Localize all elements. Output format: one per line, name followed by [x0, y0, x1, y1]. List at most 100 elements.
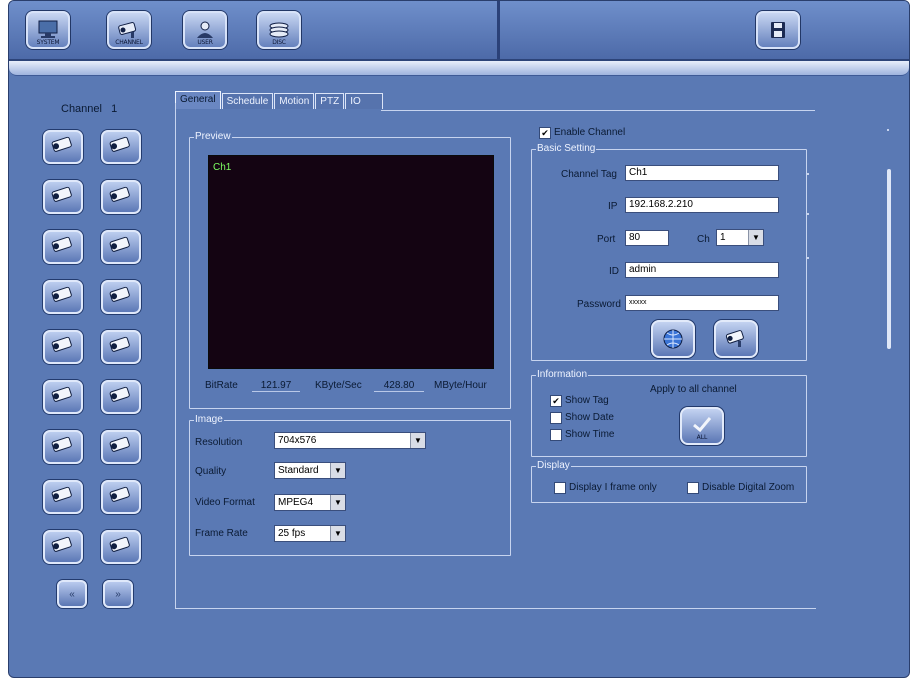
system-label: SYSTEM [36, 39, 60, 46]
resolution-value: 704x576 [278, 435, 317, 446]
video-format-select[interactable]: MPEG4 ▼ [274, 494, 346, 511]
apply-all-caption: ALL [696, 434, 708, 441]
toolbar-divider [497, 1, 500, 59]
floppy-disk-icon [771, 22, 785, 38]
marker-dot [807, 257, 809, 259]
enable-channel-checkbox[interactable]: ✔ [539, 127, 551, 139]
header-band [9, 61, 909, 76]
disc-button[interactable]: DISC [257, 11, 301, 49]
save-button[interactable] [756, 11, 800, 49]
channel-title-label: Channel [61, 103, 102, 115]
information-legend: Information [536, 369, 589, 380]
marker-dot [807, 213, 809, 215]
ch-select[interactable]: 1 ▼ [716, 229, 764, 246]
bitrate-label: BitRate [205, 380, 238, 391]
video-format-label: Video Format [195, 497, 255, 508]
chevron-down-icon: ▼ [330, 463, 345, 478]
camera-button-8[interactable] [101, 280, 141, 314]
ip-input[interactable] [625, 197, 779, 213]
disc-label: DISC [272, 39, 286, 46]
camera-icon [51, 136, 72, 152]
chevron-down-icon: ▼ [410, 433, 425, 448]
camera-icon [51, 386, 72, 402]
frame-rate-label: Frame Rate [195, 528, 248, 539]
camera-icon [51, 436, 72, 452]
iframe-only-label: Display I frame only [569, 482, 657, 493]
camera-button-3[interactable] [43, 180, 83, 214]
camera-button-9[interactable] [43, 330, 83, 364]
marker-dot [807, 173, 809, 175]
camera-button-12[interactable] [101, 380, 141, 414]
display-legend: Display [536, 460, 571, 471]
camera-icon [109, 436, 130, 452]
user-button[interactable]: USER [183, 11, 227, 49]
id-label: ID [609, 266, 619, 277]
camera-icon [51, 186, 72, 202]
apply-all-button[interactable]: ALL [680, 407, 724, 445]
camera-button-17[interactable] [43, 530, 83, 564]
bitrate-value: 121.97 [252, 380, 300, 392]
enable-channel-label: Enable Channel [554, 127, 626, 138]
quality-value: Standard [278, 465, 319, 476]
camera-connect-button[interactable] [714, 320, 758, 358]
camera-icon [109, 536, 130, 552]
top-toolbar: SYSTEM CHANNEL USER DISC [9, 1, 909, 61]
camera-button-6[interactable] [101, 230, 141, 264]
hour-unit: MByte/Hour [434, 380, 487, 391]
ip-label: IP [608, 201, 618, 212]
camera-icon [51, 286, 72, 302]
id-input[interactable] [625, 262, 779, 278]
camera-button-13[interactable] [43, 430, 83, 464]
marker-dot [887, 129, 889, 131]
show-tag-checkbox[interactable]: ✔ [550, 395, 562, 407]
camera-button-15[interactable] [43, 480, 83, 514]
globe-icon [663, 329, 683, 349]
resolution-select[interactable]: 704x576 ▼ [274, 432, 426, 449]
camera-icon [51, 336, 72, 352]
frame-rate-value: 25 fps [278, 528, 306, 539]
next-page-button[interactable]: » [103, 580, 133, 608]
chevron-down-icon: ▼ [330, 526, 345, 541]
channel-button[interactable]: CHANNEL [107, 11, 151, 49]
show-date-checkbox[interactable] [550, 412, 562, 424]
camera-button-5[interactable] [43, 230, 83, 264]
camera-button-4[interactable] [101, 180, 141, 214]
frame-rate-select[interactable]: 25 fps ▼ [274, 525, 346, 542]
port-input[interactable] [625, 230, 669, 246]
scrollbar[interactable] [887, 169, 891, 349]
camera-button-18[interactable] [101, 530, 141, 564]
system-button[interactable]: SYSTEM [26, 11, 70, 49]
camera-button-14[interactable] [101, 430, 141, 464]
double-chevron-right-icon: » [115, 588, 121, 600]
channel-title-value: 1 [111, 103, 118, 115]
quality-select[interactable]: Standard ▼ [274, 462, 346, 479]
iframe-only-checkbox[interactable] [554, 482, 566, 494]
main-content: Channel 1 « » General Schedule Motion PT… [9, 77, 909, 677]
monitor-icon [38, 20, 58, 38]
camera-button-11[interactable] [43, 380, 83, 414]
camera-icon [109, 186, 130, 202]
password-input[interactable] [625, 295, 779, 311]
channel-tag-label: Channel Tag [561, 169, 617, 180]
app-window: SYSTEM CHANNEL USER DISC Channel 1 « » G… [8, 0, 910, 678]
camera-button-10[interactable] [101, 330, 141, 364]
preview-screen: Ch1 [208, 155, 494, 369]
bitrate-unit: KByte/Sec [315, 380, 362, 391]
prev-page-button[interactable]: « [57, 580, 87, 608]
video-format-value: MPEG4 [278, 497, 314, 508]
resolution-label: Resolution [195, 437, 243, 448]
camera-button-1[interactable] [43, 130, 83, 164]
apply-all-label: Apply to all channel [650, 384, 737, 395]
password-label: Password [577, 299, 621, 310]
preview-channel-tag: Ch1 [213, 162, 232, 173]
image-legend: Image [194, 414, 224, 425]
channel-tag-input[interactable] [625, 165, 779, 181]
camera-button-7[interactable] [43, 280, 83, 314]
ch-label: Ch [697, 234, 710, 245]
camera-icon [109, 386, 130, 402]
camera-button-16[interactable] [101, 480, 141, 514]
show-time-checkbox[interactable] [550, 429, 562, 441]
web-browser-button[interactable] [651, 320, 695, 358]
disable-zoom-checkbox[interactable] [687, 482, 699, 494]
camera-button-2[interactable] [101, 130, 141, 164]
